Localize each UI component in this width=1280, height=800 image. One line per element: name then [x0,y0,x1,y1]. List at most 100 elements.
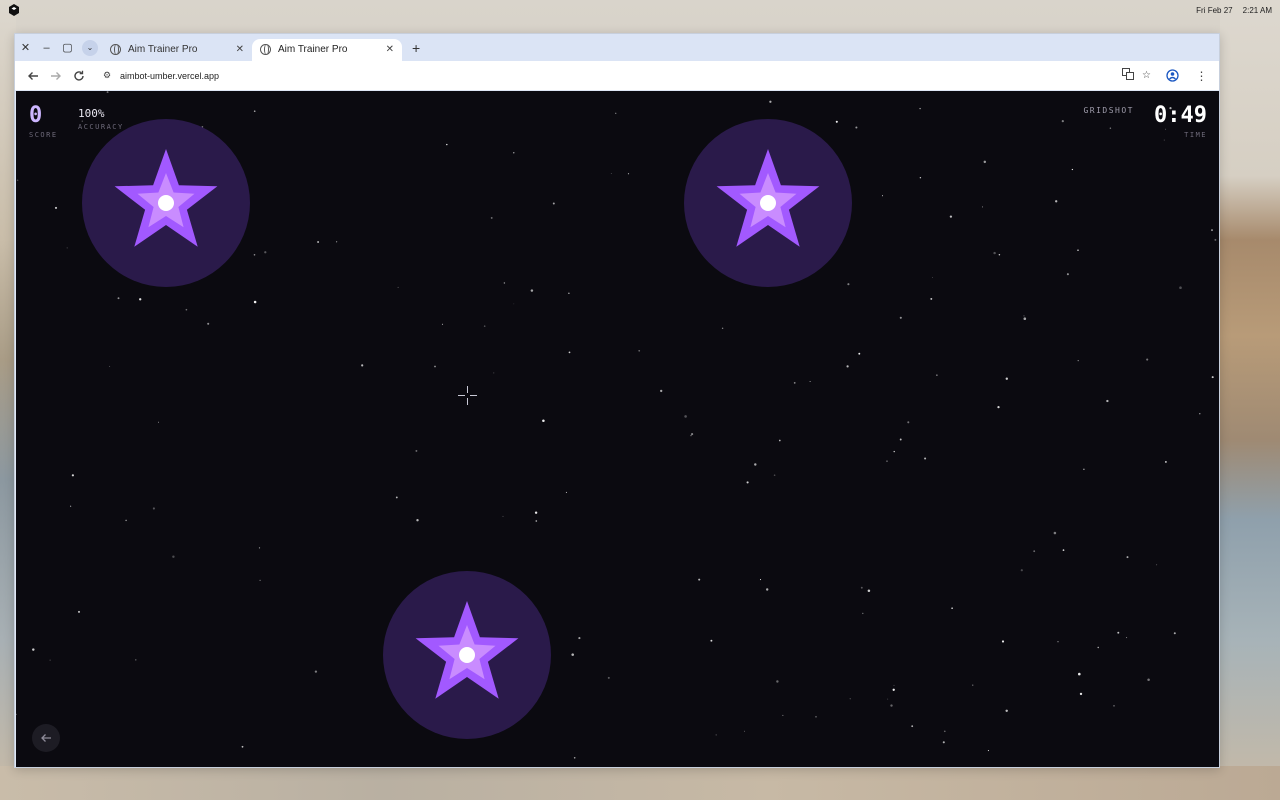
reload-button[interactable] [67,64,90,87]
tab-strip: ✕ – ▢ ⌄ Aim Trainer Pro ✕ Aim Trainer Pr… [15,34,1219,61]
star-dot [776,680,779,683]
tab-close-icon[interactable]: ✕ [236,44,244,55]
star-dot [1146,358,1149,361]
mode-label: GRIDSHOT [1083,106,1134,115]
star-dot [949,215,953,218]
star-dot [434,365,436,368]
target-top-right[interactable] [684,119,852,287]
star-dot [314,670,318,673]
star-dot [1211,376,1214,379]
plus-icon[interactable]: + [412,40,420,56]
target-top-left[interactable] [82,119,250,287]
star-dot [773,474,776,477]
star-dot [493,372,495,374]
star-dot [710,639,713,642]
star-dot [698,578,701,581]
tab-aim-trainer-1[interactable]: Aim Trainer Pro ✕ [102,39,252,61]
tab-aim-trainer-2[interactable]: Aim Trainer Pro ✕ [252,38,402,61]
star-outline-icon[interactable]: ☆ [1142,70,1151,81]
score-value: 0 [29,103,43,128]
star-dot [849,698,851,700]
star-dot [899,438,902,441]
address-bar[interactable]: ⚙ aimbot-umber.vercel.app ☆ [96,64,1155,87]
score-label: SCORE [29,131,58,139]
star-dot [858,352,861,355]
star-dot [253,254,256,256]
wallpaper-bottom [0,766,1280,800]
star-dot [1005,709,1008,713]
star-dot [754,463,757,466]
star-dot [660,389,663,393]
star-dot [552,202,555,205]
star-dot [893,684,895,686]
star-icon [716,149,820,247]
star-dot [1023,317,1027,320]
star-dot [446,143,448,146]
star-icon [415,601,519,699]
arrow-left-icon [27,71,38,80]
star-dot [1077,249,1079,251]
star-dot [930,297,933,300]
star-dot [782,714,784,716]
account-icon[interactable] [1161,64,1184,87]
star-dot [886,460,888,462]
system-date: Fri Feb 27 [1196,5,1233,15]
target-bottom-center[interactable] [383,571,551,739]
star-dot [258,547,261,549]
star-dot [1173,632,1176,635]
star-dot [66,247,68,249]
star-dot [1078,672,1081,676]
chevron-down-icon[interactable]: ⌄ [82,39,98,56]
star-dot [1113,705,1115,707]
star-dot [982,206,983,208]
star-dot [860,586,863,589]
star-dot [899,316,902,319]
star-dot [106,91,109,94]
minimize-icon[interactable]: – [36,34,57,61]
star-dot [1179,286,1182,289]
maximize-icon[interactable]: ▢ [57,34,78,61]
translate-icon[interactable] [1122,68,1135,83]
browser-toolbar: ⚙ aimbot-umber.vercel.app ☆ ⋮ [15,61,1219,90]
star-dot [1053,531,1057,535]
star-dot [534,511,538,514]
star-dot [207,322,210,325]
star-dot [815,715,817,718]
star-dot [152,507,155,510]
wallpaper-right [1220,0,1280,800]
star-dot [1066,273,1069,276]
star-dot [1109,127,1112,129]
star-dot [1005,377,1008,380]
score-display: 0 SCORE [29,103,58,139]
game-canvas[interactable]: 0 SCORE 100% ACCURACY GRIDSHOT 0:49 TIME [16,91,1219,767]
star-dot [951,607,953,609]
star-dot [919,177,922,179]
star-dot [972,684,974,686]
star-dot [911,725,914,728]
url-text[interactable]: aimbot-umber.vercel.app [120,71,1116,81]
star-dot [253,300,257,304]
os-logo-icon[interactable] [8,4,20,16]
star-dot [503,282,506,284]
kebab-menu-icon[interactable]: ⋮ [1190,64,1213,87]
star-dot [615,112,617,114]
star-dot [416,519,419,522]
star-dot [397,286,399,288]
star-dot [855,126,858,129]
back-game-button[interactable] [32,724,60,752]
timer-label: TIME [1184,131,1207,139]
star-dot [743,730,746,732]
star-dot [241,745,244,748]
browser-window: ✕ – ▢ ⌄ Aim Trainer Pro ✕ Aim Trainer Pr… [14,33,1220,768]
star-dot [1023,315,1025,317]
tab-close-icon[interactable]: ✕ [386,44,394,55]
star-dot [1126,556,1129,559]
star-dot [1214,238,1217,241]
close-icon[interactable]: ✕ [15,34,36,61]
star-dot [1062,549,1065,551]
forward-button[interactable] [44,64,67,87]
back-button[interactable] [21,64,44,87]
tune-icon[interactable]: ⚙ [100,70,114,81]
star-dot [361,364,364,367]
star-dot [993,251,996,255]
